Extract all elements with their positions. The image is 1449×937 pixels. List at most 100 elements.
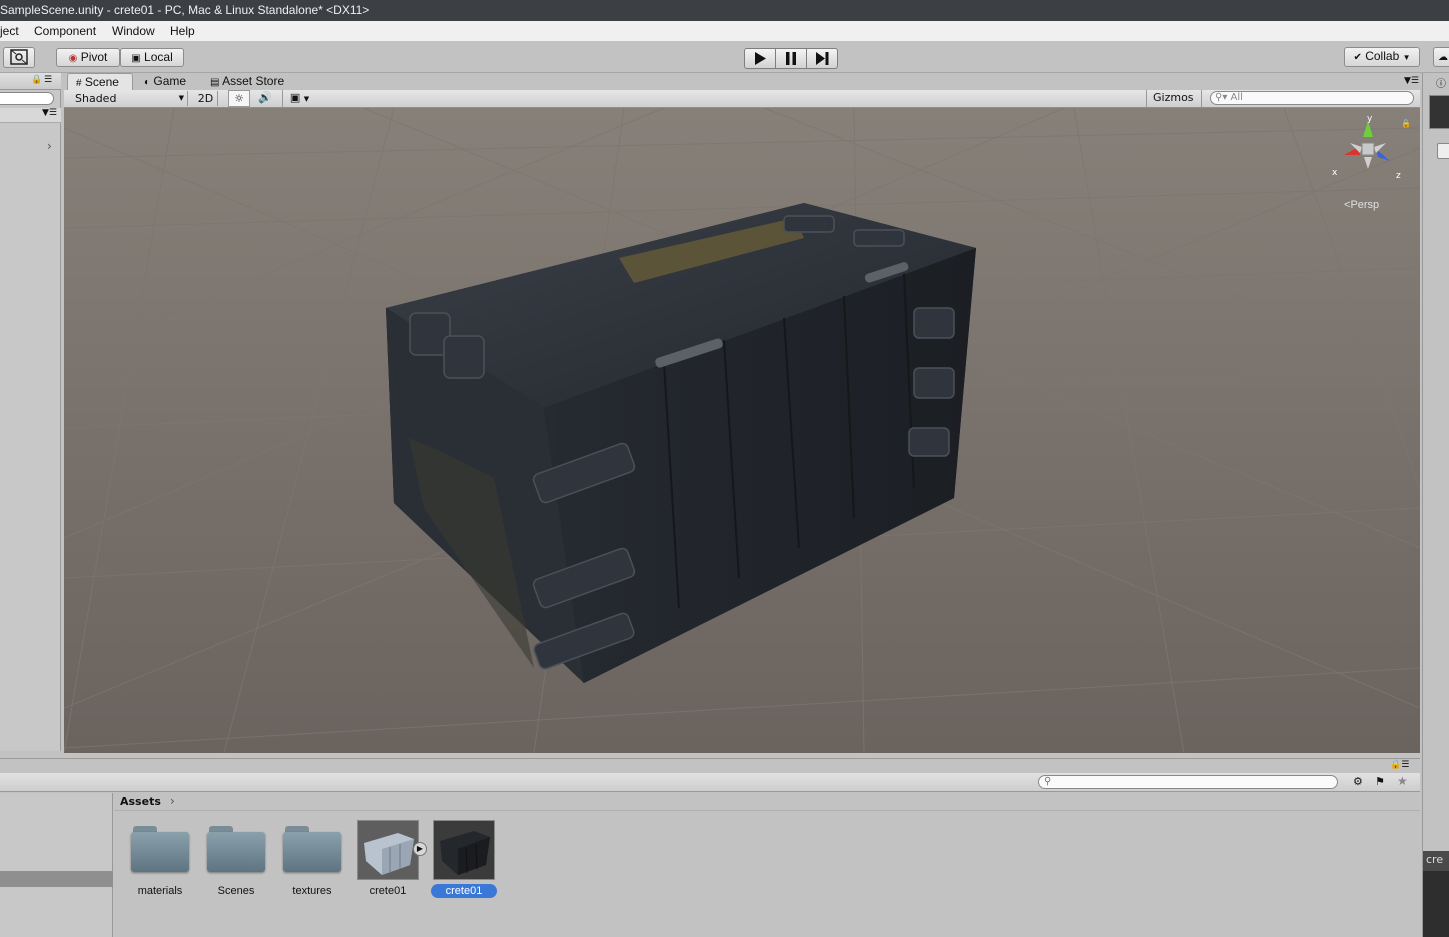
inspector-checkbox[interactable] [1437, 143, 1449, 159]
menu-component[interactable]: Component [34, 24, 96, 38]
dropdown-icon[interactable]: ▼☰ [42, 108, 57, 118]
asset-label: materials [137, 885, 183, 897]
collab-button[interactable]: ✔ Collab ▼ [1344, 47, 1420, 67]
sun-icon: ☼ [234, 92, 244, 105]
folder-icon [131, 826, 189, 872]
collab-check-icon: ✔ [1353, 52, 1362, 63]
play-icon [755, 52, 766, 65]
breadcrumb: Assets › [114, 793, 1420, 811]
asset-prefab-crete01[interactable]: crete01 [431, 820, 497, 898]
menu-project[interactable]: ject [0, 24, 19, 38]
shading-mode-label: Shaded [75, 92, 117, 105]
folder-tree-selected-row[interactable] [0, 871, 113, 887]
store-icon: ▤ [210, 77, 220, 88]
rect-transform-icon [10, 49, 28, 65]
asset-label: Scenes [217, 885, 255, 897]
scene-search-input[interactable]: ⚲▾ All [1210, 91, 1414, 105]
scene-panel: # Scene ◐ Game ▤ Asset Store ▼☰ Shaded ▼… [64, 73, 1420, 753]
game-icon: ◐ [144, 77, 151, 88]
panel-menu-icon[interactable]: ▼☰ [1404, 76, 1419, 86]
cloud-button[interactable]: ☁ [1433, 47, 1449, 67]
shading-mode-dropdown[interactable]: Shaded ▼ [68, 91, 188, 106]
effects-dropdown[interactable]: ▣ ▼ [282, 90, 316, 107]
inspector-preview-area [1423, 871, 1449, 937]
lock-icon[interactable]: 🔒 [31, 75, 42, 85]
star-icon[interactable]: ★ [1397, 774, 1408, 788]
local-icon: ▣ [131, 53, 141, 64]
tab-scene[interactable]: # Scene [67, 73, 133, 90]
local-button[interactable]: ▣ Local [120, 48, 184, 67]
lock-icon[interactable]: 🔒 [1401, 119, 1411, 128]
chevron-down-icon: ▼ [178, 94, 184, 102]
gizmos-label: Gizmos [1153, 91, 1194, 104]
prefab-thumbnail [433, 820, 495, 880]
rect-tool-button[interactable] [3, 47, 35, 68]
search-icon: ⚲ [1044, 776, 1052, 787]
play-button[interactable] [744, 48, 776, 69]
inspector-preview-thumb [1429, 95, 1449, 129]
projection-toggle[interactable]: <Persp [1344, 199, 1379, 211]
chevron-down-icon: ▼ [1402, 53, 1411, 62]
speaker-icon: 🔊 [258, 91, 272, 104]
asset-folder-materials[interactable]: materials [127, 820, 193, 897]
search-icon: ⚲▾ [1215, 92, 1228, 103]
inspector-preview-header: cre [1423, 851, 1449, 871]
gizmo-z-label: z [1396, 171, 1401, 181]
collab-label: Collab [1365, 49, 1400, 63]
asset-label: crete01 [369, 885, 407, 897]
step-button[interactable] [806, 48, 838, 69]
panel-menu-icon[interactable]: ☰ [44, 75, 52, 85]
asset-label-selected: crete01 [431, 884, 497, 898]
menu-bar: ject Component Window Help [0, 21, 1449, 41]
audio-toggle[interactable]: 🔊 [254, 90, 276, 107]
tab-scene-label: Scene [84, 75, 119, 89]
gizmo-y-label: y [1367, 114, 1373, 124]
pause-button[interactable] [775, 48, 807, 69]
gizmos-dropdown[interactable]: Gizmos ▼ [1146, 90, 1202, 119]
asset-label: textures [292, 885, 332, 897]
filter-type-icon[interactable]: ⚙ [1353, 775, 1363, 788]
project-tab-strip: 🔒☰ [0, 759, 1420, 773]
info-icon[interactable]: ⓘ [1436, 75, 1446, 90]
pivot-icon: ◉ [68, 53, 78, 64]
expand-arrow-icon[interactable]: ▶ [413, 842, 427, 856]
folder-icon [207, 826, 265, 872]
project-search-input[interactable]: ⚲ [1038, 775, 1338, 789]
hierarchy-search-input[interactable] [0, 92, 54, 105]
tab-asset-store[interactable]: ▤ Asset Store [210, 73, 300, 90]
model-thumbnail [357, 820, 419, 880]
orientation-gizmo[interactable]: y x z 🔒 <Persp [1326, 113, 1411, 213]
hierarchy-header: 🔒 ☰ [0, 73, 61, 90]
breadcrumb-assets[interactable]: Assets [120, 795, 161, 808]
image-icon: ▣ [289, 91, 301, 104]
project-folder-tree [0, 793, 113, 937]
chevron-down-icon: ▼ [303, 95, 310, 103]
chevron-right-icon[interactable]: › [47, 139, 52, 153]
project-toolbar: ⚲ ⚙ ⚑ ★ [0, 773, 1420, 792]
asset-model-crete01[interactable]: ▶ crete01 [355, 820, 427, 897]
step-icon [816, 52, 829, 65]
tag-icon[interactable]: ⚑ [1375, 775, 1385, 788]
main-toolbar: ◉ Pivot ▣ Local ✔ Collab ▼ ☁ [0, 41, 1449, 73]
menu-window[interactable]: Window [112, 24, 155, 38]
tab-asset-store-label: Asset Store [222, 74, 285, 88]
asset-folder-scenes[interactable]: Scenes [203, 820, 269, 897]
toggle-2d-label: 2D [197, 92, 214, 105]
projection-label: Persp [1350, 199, 1380, 211]
pivot-button[interactable]: ◉ Pivot [56, 48, 120, 67]
scene-search-placeholder: All [1230, 92, 1243, 103]
asset-folder-textures[interactable]: textures [279, 820, 345, 897]
scene-viewport[interactable]: y x z 🔒 <Persp [64, 108, 1420, 753]
chevron-right-icon: › [170, 794, 175, 808]
lighting-toggle[interactable]: ☼ [228, 90, 250, 107]
pivot-label: Pivot [80, 50, 108, 64]
scene-toolbar: Shaded ▼ 2D ☼ 🔊 ▣ ▼ Gizmos ▼ ⚲▾ All [64, 90, 1420, 119]
scene-render [64, 108, 1420, 753]
tab-strip: # Scene ◐ Game ▤ Asset Store ▼☰ [64, 73, 1420, 90]
toggle-2d-button[interactable]: 2D [194, 91, 218, 106]
grid-icon: # [76, 78, 82, 89]
tab-game-label: Game [153, 74, 187, 88]
menu-help[interactable]: Help [170, 24, 195, 38]
tab-game[interactable]: ◐ Game [144, 73, 204, 90]
lock-icon[interactable]: 🔒☰ [1390, 760, 1409, 770]
